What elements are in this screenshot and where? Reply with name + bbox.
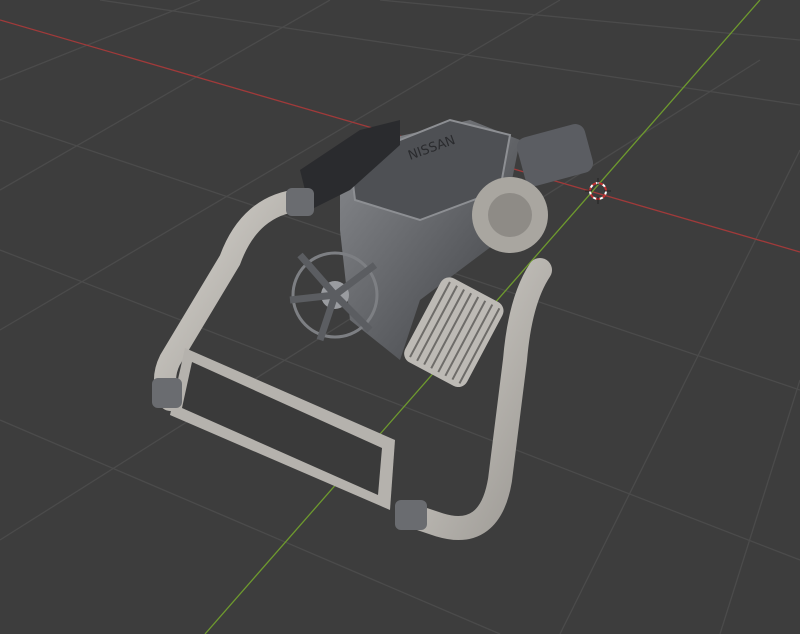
engine-model[interactable]: NISSAN [152,118,595,540]
viewport-canvas[interactable]: NISSAN [0,0,800,634]
turbo-housing [516,124,594,186]
pipe-clamp-top [286,188,314,216]
3d-cursor-icon[interactable] [585,178,611,204]
3d-viewport[interactable]: NISSAN [0,0,800,634]
pipe-clamp-right [395,500,427,530]
pipe-clamp-left [152,378,182,408]
